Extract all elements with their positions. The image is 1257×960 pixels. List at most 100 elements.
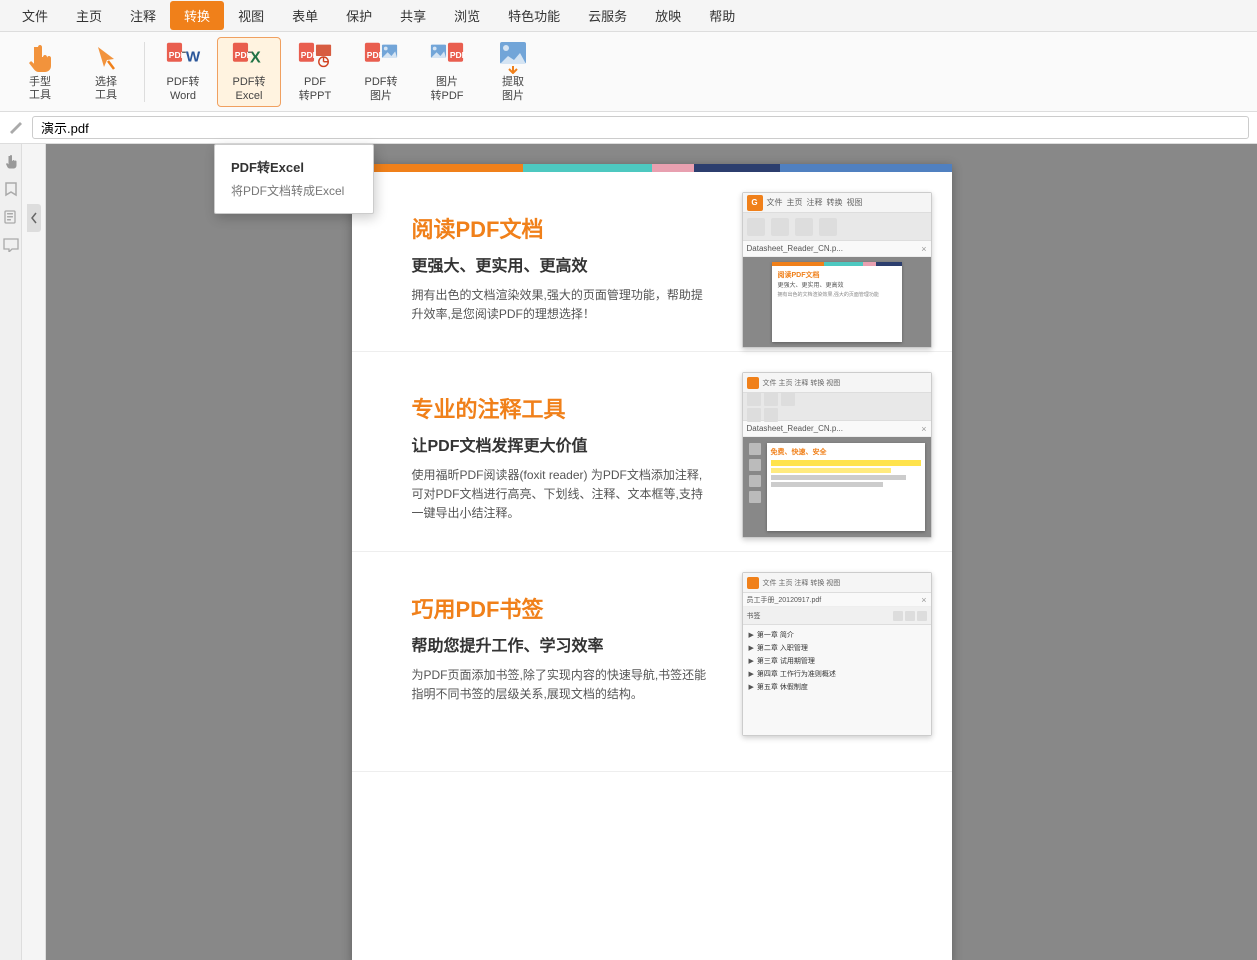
pdf-to-word-label: PDF转Word bbox=[167, 76, 200, 102]
menu-slideshow[interactable]: 放映 bbox=[641, 1, 695, 30]
select-tool-label: 选择工具 bbox=[95, 76, 117, 102]
svg-text:X: X bbox=[250, 49, 261, 67]
pdf-to-ppt-label: PDF转PPT bbox=[299, 76, 331, 102]
annot-toolbar bbox=[743, 393, 931, 421]
bm-chapter-3: ▶ 第三章 试用期管理 bbox=[747, 655, 927, 667]
menu-protect[interactable]: 保护 bbox=[332, 1, 386, 30]
screenshot-body: 阅读PDF文档 更强大、更实用、更高效 拥有出色的文档渲染效果,强大的页面管理功… bbox=[743, 257, 931, 347]
extract-image-label: 提取图片 bbox=[502, 76, 524, 102]
menu-browse[interactable]: 浏览 bbox=[440, 1, 494, 30]
menu-share[interactable]: 共享 bbox=[386, 1, 440, 30]
bm-tb1 bbox=[893, 611, 903, 621]
bm-chapter-4: ▶ 第四章 工作行为准则概述 bbox=[747, 668, 927, 680]
section-read-text: 拥有出色的文档渲染效果,强大的页面管理功能，帮助提升效率,是您阅读PDF的理想选… bbox=[412, 286, 712, 324]
pdf-to-ppt-button[interactable]: PDF PDF转PPT bbox=[283, 37, 347, 107]
menu-home[interactable]: 主页 bbox=[62, 1, 116, 30]
sidebar-hand-icon[interactable] bbox=[2, 152, 20, 170]
section-bookmark-text: 为PDF页面添加书签,除了实现内容的快速导航,书签还能指明不同书签的层级关系,展… bbox=[412, 666, 712, 704]
pdf-to-excel-button[interactable]: PDF X PDF转Excel bbox=[217, 37, 281, 107]
pdf-to-excel-label: PDF转Excel bbox=[233, 76, 266, 102]
screenshot-reader: G 文件 主页 注释 转换 视图 Da bbox=[742, 192, 932, 348]
cursor-icon bbox=[88, 41, 124, 75]
bm-chapter-1: ▶ 第一章 简介 bbox=[747, 629, 927, 641]
file-path-input[interactable] bbox=[32, 116, 1249, 139]
tb-icon2 bbox=[771, 218, 789, 236]
bm-tb2 bbox=[905, 611, 915, 621]
annot-body: 免费、快速、安全 bbox=[743, 437, 931, 537]
annot-sidebar bbox=[749, 443, 763, 503]
menu-view[interactable]: 视图 bbox=[224, 1, 278, 30]
pdf-excel-icon: PDF X bbox=[231, 40, 267, 74]
screenshot-page: 阅读PDF文档 更强大、更实用、更高效 拥有出色的文档渲染效果,强大的页面管理功… bbox=[772, 262, 902, 342]
annot-page: 免费、快速、安全 bbox=[767, 443, 925, 531]
image-pdf-icon: PDF bbox=[429, 40, 465, 74]
menu-cloud[interactable]: 云服务 bbox=[574, 1, 641, 30]
tooltip-description: 将PDF文档转成Excel bbox=[215, 180, 373, 205]
screenshot-toolbar bbox=[743, 213, 931, 241]
pdf-to-image-button[interactable]: PDF PDF转图片 bbox=[349, 37, 413, 107]
menu-form[interactable]: 表单 bbox=[278, 1, 332, 30]
bm-toolbar: 书签 bbox=[743, 607, 931, 625]
highlight-line-2 bbox=[771, 468, 891, 473]
address-bar bbox=[0, 112, 1257, 144]
extract-image-button[interactable]: 提取图片 bbox=[481, 37, 545, 107]
main-area: 阅读PDF文档 更强大、更实用、更高效 拥有出色的文档渲染效果,强大的页面管理功… bbox=[0, 144, 1257, 960]
bar-blue bbox=[780, 164, 951, 172]
bar-orange bbox=[352, 164, 523, 172]
sidebar-bookmark-icon[interactable] bbox=[2, 180, 20, 198]
bm-tab: 员工手册_20120917.pdf × bbox=[743, 593, 931, 607]
sidebar-comment-icon[interactable] bbox=[2, 236, 20, 254]
bm-logo bbox=[747, 577, 759, 589]
pdf-to-word-button[interactable]: PDF W PDF转Word bbox=[151, 37, 215, 107]
hand-icon bbox=[22, 41, 58, 75]
menu-annotation[interactable]: 注释 bbox=[116, 1, 170, 30]
bar-teal bbox=[523, 164, 652, 172]
annot-logo bbox=[747, 377, 759, 389]
tooltip-title: PDF转Excel bbox=[215, 153, 373, 180]
pdf-image-icon: PDF bbox=[363, 40, 399, 74]
pdf-section-bookmark: 巧用PDF书签 帮助您提升工作、学习效率 为PDF页面添加书签,除了实现内容的快… bbox=[352, 552, 952, 772]
menu-convert[interactable]: 转换 bbox=[170, 1, 224, 30]
annot-tb-icon1 bbox=[747, 392, 761, 406]
svg-text:PDF: PDF bbox=[367, 50, 384, 60]
hand-tool-label: 手型工具 bbox=[29, 76, 51, 102]
bar-pink bbox=[652, 164, 695, 172]
annot-sb4 bbox=[749, 491, 761, 503]
pdf-section-read: 阅读PDF文档 更强大、更实用、更高效 拥有出色的文档渲染效果,强大的页面管理功… bbox=[352, 172, 952, 352]
highlight-line-1 bbox=[771, 460, 921, 466]
screenshot-bookmark: 文件 主页 注释 转换 视图 员工手册_20120917.pdf × 书签 bbox=[742, 572, 932, 736]
select-tool-button[interactable]: 选择工具 bbox=[74, 37, 138, 107]
menu-bar: 文件 主页 注释 转换 视图 表单 保护 共享 浏览 特色功能 云服务 放映 帮… bbox=[0, 0, 1257, 32]
image-to-pdf-label: 图片转PDF bbox=[431, 76, 464, 102]
bm-chapter-5: ▶ 第五章 休假制度 bbox=[747, 681, 927, 693]
tb-icon4 bbox=[819, 218, 837, 236]
panel-collapse-button[interactable] bbox=[27, 204, 41, 232]
menu-file[interactable]: 文件 bbox=[8, 1, 62, 30]
svg-text:PDF: PDF bbox=[450, 50, 465, 60]
svg-text:W: W bbox=[186, 49, 201, 66]
text-line-1 bbox=[771, 475, 906, 480]
bm-tb3 bbox=[917, 611, 927, 621]
pdf-page: 阅读PDF文档 更强大、更实用、更高效 拥有出色的文档渲染效果,强大的页面管理功… bbox=[352, 164, 952, 960]
annot-sb2 bbox=[749, 459, 761, 471]
pdf-section-annotation: 专业的注释工具 让PDF文档发挥更大价值 使用福昕PDF阅读器(foxit re… bbox=[352, 352, 952, 552]
menu-feature[interactable]: 特色功能 bbox=[494, 1, 574, 30]
section-annotation-text: 使用福昕PDF阅读器(foxit reader) 为PDF文档添加注释,可对PD… bbox=[412, 466, 712, 524]
annot-header: 文件 主页 注释 转换 视图 bbox=[743, 373, 931, 393]
pencil-icon bbox=[8, 120, 24, 136]
image-to-pdf-button[interactable]: PDF 图片转PDF bbox=[415, 37, 479, 107]
hand-tool-button[interactable]: 手型工具 bbox=[8, 37, 72, 107]
annot-tb-icon5 bbox=[764, 408, 778, 422]
menu-help[interactable]: 帮助 bbox=[695, 1, 749, 30]
sidebar-pages-icon[interactable] bbox=[2, 208, 20, 226]
bm-header: 文件 主页 注释 转换 视图 bbox=[743, 573, 931, 593]
pdf-ppt-icon: PDF bbox=[297, 40, 333, 74]
toolbar: 手型工具 选择工具 PDF W PDF转Word PDF bbox=[0, 32, 1257, 112]
pdf-word-icon: PDF W bbox=[165, 40, 201, 74]
text-line-2 bbox=[771, 482, 884, 487]
panel-sidebar bbox=[22, 144, 46, 960]
left-sidebar bbox=[0, 144, 22, 960]
bm-body: ▶ 第一章 简介 ▶ 第二章 入职管理 ▶ 第三章 试用期管理 ▶ bbox=[743, 625, 931, 735]
toolbar-divider-1 bbox=[144, 42, 145, 102]
app-logo-mini: G bbox=[747, 195, 763, 211]
